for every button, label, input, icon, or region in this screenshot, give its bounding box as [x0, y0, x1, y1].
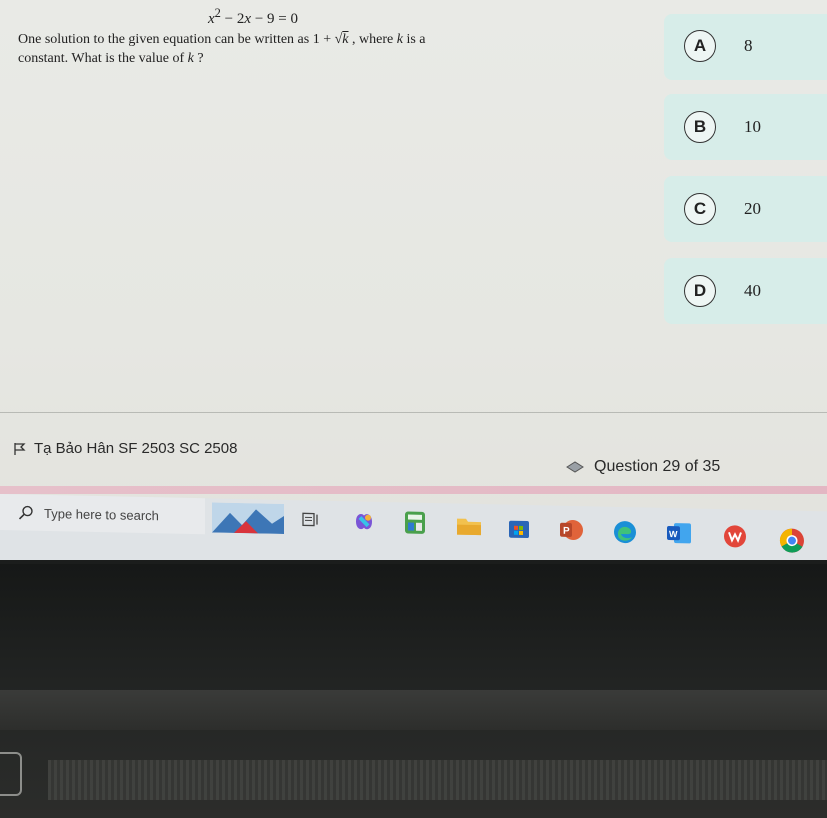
laptop-hinge — [0, 690, 827, 730]
choice-d-value[interactable]: 40 — [744, 281, 761, 301]
eq-tail: − 9 = 0 — [251, 11, 298, 27]
keyboard-area — [48, 760, 827, 800]
question-line-1: One solution to the given equation can b… — [18, 30, 538, 49]
choice-c-letter[interactable]: C — [684, 193, 716, 225]
choice-c-value[interactable]: 20 — [744, 199, 761, 219]
question-progress[interactable]: Question 29 of 35 — [566, 458, 720, 476]
svg-text:P: P — [563, 526, 570, 537]
choice-a-letter[interactable]: A — [684, 30, 716, 62]
equation: x2 − 2x − 9 = 0 — [208, 6, 298, 28]
search-input[interactable] — [44, 505, 194, 524]
news-widget-icon[interactable] — [212, 502, 284, 534]
choice-b-value[interactable]: 10 — [744, 117, 761, 137]
choice-d[interactable]: D 40 — [684, 275, 761, 307]
progress-bar — [0, 486, 827, 494]
choice-b-letter[interactable]: B — [684, 111, 716, 143]
pdf-app-icon[interactable] — [722, 523, 748, 550]
q-text: constant. What is the value of — [18, 51, 188, 66]
q-text: is a — [402, 32, 426, 47]
choice-c[interactable]: C 20 — [684, 193, 761, 225]
choice-b[interactable]: B 10 — [684, 111, 761, 143]
powerpoint-icon[interactable]: P — [558, 518, 584, 543]
copilot-icon[interactable] — [352, 509, 376, 534]
student-info: Tạ Bảo Hân SF 2503 SC 2508 — [14, 440, 237, 457]
choice-d-letter[interactable]: D — [684, 275, 716, 307]
question-line-2: constant. What is the value of k ? — [18, 49, 538, 68]
taskbar-search[interactable] — [0, 494, 205, 535]
student-name: Tạ Bảo Hân SF 2503 SC 2508 — [34, 440, 238, 457]
calculator-icon[interactable] — [404, 510, 426, 534]
screen: x2 − 2x − 9 = 0 One solution to the give… — [0, 0, 827, 560]
svg-text:W: W — [669, 529, 678, 539]
footer-divider — [0, 412, 827, 413]
search-icon — [18, 505, 33, 520]
task-view-icon[interactable] — [302, 510, 320, 528]
edge-icon[interactable] — [612, 519, 638, 546]
keyboard-key — [0, 752, 22, 796]
question-progress-label[interactable]: Question 29 of 35 — [594, 458, 720, 476]
q-text: One solution to the given equation can b… — [18, 32, 343, 47]
q-text: , where — [348, 32, 397, 47]
eq-term: − 2 — [220, 11, 245, 27]
question-text: One solution to the given equation can b… — [18, 30, 538, 68]
microsoft-store-icon[interactable] — [508, 517, 530, 539]
choice-a-value[interactable]: 8 — [744, 36, 753, 56]
file-explorer-icon[interactable] — [456, 516, 482, 537]
bookmark-icon — [566, 461, 584, 473]
word-icon[interactable]: W — [666, 522, 692, 545]
chrome-icon[interactable] — [778, 526, 806, 555]
q-text: ? — [193, 51, 204, 66]
choice-a[interactable]: A 8 — [684, 30, 753, 62]
windows-taskbar: P W — [0, 494, 827, 560]
flag-icon — [14, 442, 26, 455]
eq-x: x — [208, 11, 215, 27]
